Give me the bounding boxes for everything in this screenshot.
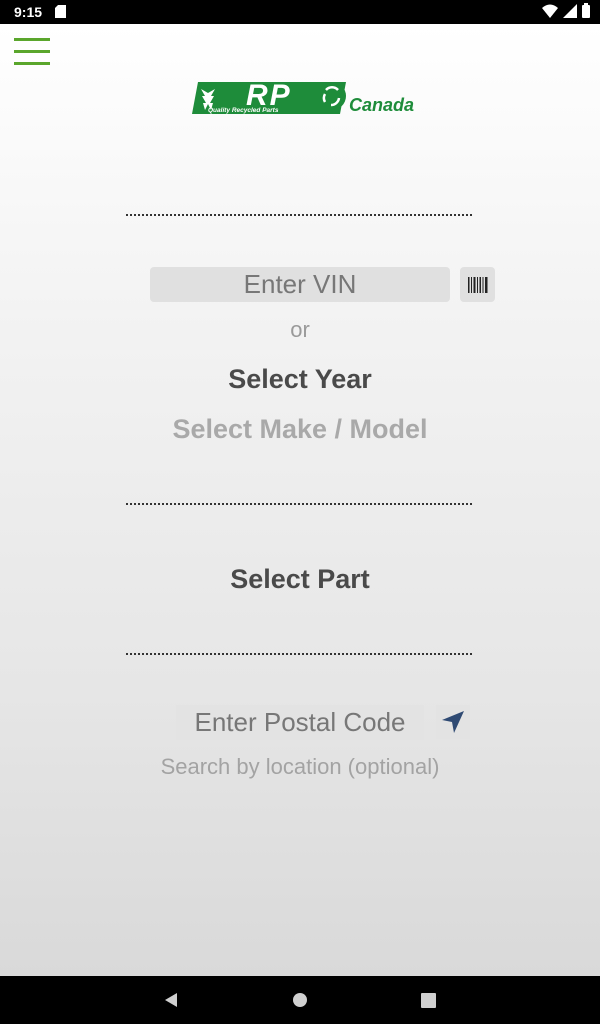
navigation-bar [0,976,600,1024]
status-bar: 9:15 [0,0,600,24]
divider [126,214,472,216]
barcode-scan-icon[interactable] [460,267,495,302]
select-part-button[interactable]: Select Part [0,564,600,595]
location-arrow-icon[interactable] [436,705,470,739]
or-label: or [290,317,310,342]
vin-input[interactable] [150,267,450,302]
svg-text:Canada: Canada [349,95,414,115]
signal-icon [563,3,577,21]
select-year-button[interactable]: Select Year [0,364,600,395]
recents-icon[interactable] [398,976,458,1024]
home-icon[interactable] [270,976,330,1024]
status-time: 9:15 [14,4,43,20]
postal-code-input[interactable] [176,705,424,740]
menu-icon[interactable] [14,38,50,68]
status-icons [542,3,590,21]
divider [126,503,472,505]
divider [126,653,472,655]
wifi-icon [542,4,558,21]
battery-icon [582,3,590,21]
sd-card-icon [55,5,66,21]
back-icon[interactable] [141,976,201,1024]
location-hint: Search by location (optional) [160,754,440,779]
select-make-model-button[interactable]: Select Make / Model [0,414,600,445]
svg-text:Quality Recycled Parts: Quality Recycled Parts [208,107,279,114]
qrp-canada-logo: RP Quality Recycled Parts Canada [186,78,416,118]
app-screen: RP Quality Recycled Parts Canada or Sele… [0,24,600,976]
